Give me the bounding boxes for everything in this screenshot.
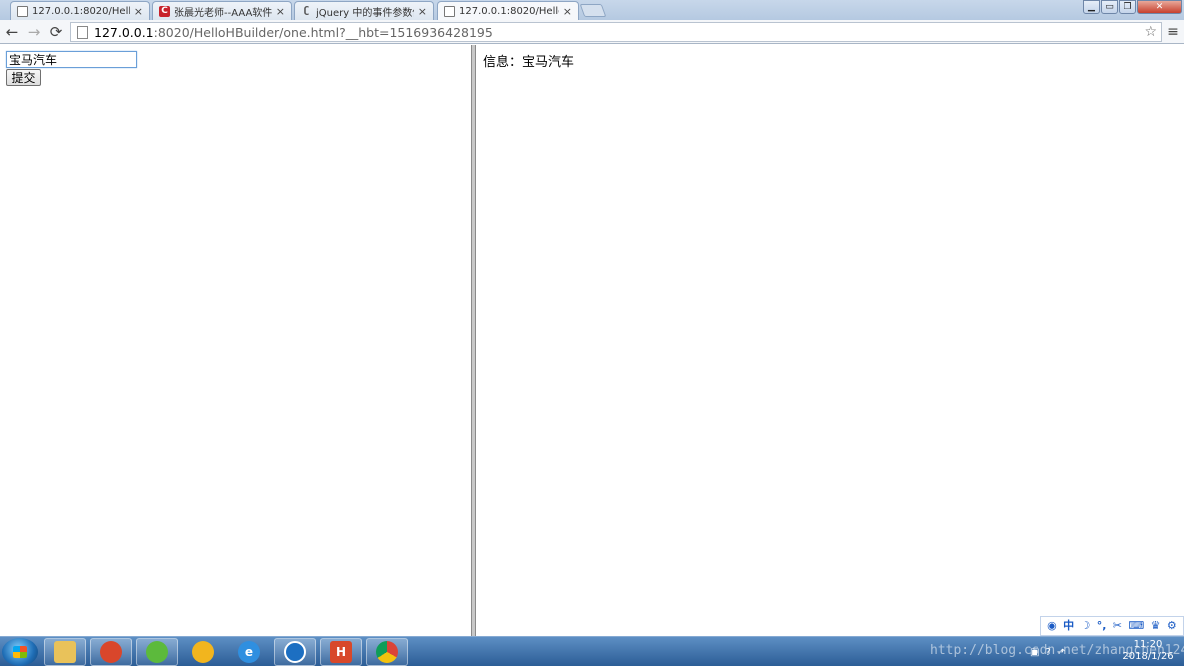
jquery-icon: ʗ: [303, 5, 310, 16]
tab-jquery-events[interactable]: ʗ jQuery 中的事件参数传递 ×: [294, 1, 434, 20]
taskbar-app-6[interactable]: [274, 638, 316, 666]
restore-button[interactable]: ❐: [1119, 0, 1136, 14]
submit-button[interactable]: 提交: [6, 69, 41, 86]
qq-browser-icon: [192, 641, 214, 663]
browser-toolbar: ← → ⟳ 127.0.0.1:8020/HelloHBuilder/one.h…: [0, 20, 1184, 44]
ime-shirt-icon[interactable]: ♛: [1151, 617, 1161, 635]
taskbar-app-4[interactable]: [182, 638, 224, 666]
minimize-button[interactable]: ▁: [1083, 0, 1100, 14]
tab-strip: 127.0.0.1:8020/HelloHB × C 张晨光老师--AAA软件教…: [0, 0, 1184, 21]
tab-label: 127.0.0.1:8020/HelloHB: [32, 5, 130, 17]
address-bar[interactable]: 127.0.0.1:8020/HelloHBuilder/one.html?__…: [70, 22, 1162, 42]
page-icon: [17, 5, 28, 17]
ime-keyboard-icon[interactable]: ⌨: [1128, 617, 1144, 635]
tab-label: jQuery 中的事件参数传递: [316, 7, 414, 19]
tab-label: 127.0.0.1:8020/HelloHB: [459, 6, 559, 17]
message-input[interactable]: [6, 51, 137, 68]
monkey-app-icon: [100, 641, 122, 663]
maximize-button[interactable]: ▭: [1101, 0, 1118, 14]
ime-mode-chinese[interactable]: 中: [1063, 617, 1074, 635]
windows-taskbar: e H http://blog.csdn.net/zhangchen124 ▣ …: [0, 636, 1184, 666]
tab-csdn-teacher[interactable]: C 张晨光老师--AAA软件教 ×: [152, 1, 292, 20]
info-text: 信息：宝马汽车: [483, 55, 575, 70]
ime-logo-icon[interactable]: ◉: [1047, 617, 1057, 635]
reload-icon[interactable]: ⟳: [46, 22, 66, 42]
forward-arrow-icon[interactable]: →: [24, 22, 44, 42]
taskbar-app-2[interactable]: [90, 638, 132, 666]
page-icon: [77, 25, 88, 39]
start-button[interactable]: [2, 638, 38, 666]
system-tray: ▣ ? ⬏: [1030, 639, 1130, 665]
tab-hellohbuilder-1[interactable]: 127.0.0.1:8020/HelloHB ×: [10, 1, 150, 20]
bookmark-star-icon[interactable]: ☆: [1144, 23, 1157, 41]
ime-toolbar: ◉ 中 ☽ °, ✂ ⌨ ♛ ⚙: [1040, 616, 1184, 636]
tab-hellohbuilder-active[interactable]: 127.0.0.1:8020/HelloHB ×: [437, 1, 579, 21]
chrome-icon: [376, 641, 398, 663]
ime-moon-icon[interactable]: ☽: [1081, 617, 1091, 635]
folder-icon: [54, 641, 76, 663]
tab-label: 张晨光老师--AAA软件教: [174, 7, 272, 19]
taskbar-explorer[interactable]: [44, 638, 86, 666]
tray-network-icon[interactable]: ▣: [1030, 647, 1039, 658]
hbuilder-icon: H: [330, 641, 352, 663]
globe-icon: [284, 641, 306, 663]
left-frame: 提交: [0, 45, 471, 636]
page-icon: [444, 6, 455, 17]
ime-settings-gear-icon[interactable]: ⚙: [1167, 617, 1177, 635]
taskbar-hbuilder[interactable]: H: [320, 638, 362, 666]
page-content: 提交 信息：宝马汽车: [0, 45, 1184, 636]
taskbar-chrome[interactable]: [366, 638, 408, 666]
tray-help-icon[interactable]: ?: [1045, 647, 1050, 658]
ime-scissors-icon[interactable]: ✂: [1113, 617, 1122, 635]
ime-punctuation-icon[interactable]: °,: [1097, 617, 1107, 635]
clock-time: 11:20: [1133, 639, 1163, 650]
url-path: :8020/HelloHBuilder/one.html?__hbt=15169…: [153, 24, 493, 40]
right-frame: 信息：宝马汽车: [476, 45, 1184, 636]
menu-hamburger-icon[interactable]: ≡: [1165, 23, 1181, 41]
green-ball-icon: [146, 641, 168, 663]
internet-explorer-icon: e: [238, 641, 260, 663]
taskbar-ie[interactable]: e: [228, 638, 270, 666]
tab-close-icon[interactable]: ×: [418, 5, 427, 18]
close-window-button[interactable]: ✕: [1137, 0, 1182, 14]
windows-logo-icon: [13, 646, 27, 658]
new-tab-button[interactable]: [579, 4, 607, 17]
system-clock[interactable]: 11:20 2018/1/26: [1120, 639, 1176, 665]
csdn-c-icon: C: [159, 5, 170, 17]
tab-close-icon[interactable]: ×: [134, 5, 143, 18]
taskbar-app-3[interactable]: [136, 638, 178, 666]
tab-close-icon[interactable]: ×: [276, 5, 285, 18]
tab-close-icon[interactable]: ×: [563, 5, 572, 18]
url-host: 127.0.0.1: [94, 24, 154, 40]
clock-date: 2018/1/26: [1122, 651, 1174, 662]
back-arrow-icon[interactable]: ←: [2, 22, 22, 42]
tray-arrow-icon[interactable]: ⬏: [1057, 647, 1065, 658]
